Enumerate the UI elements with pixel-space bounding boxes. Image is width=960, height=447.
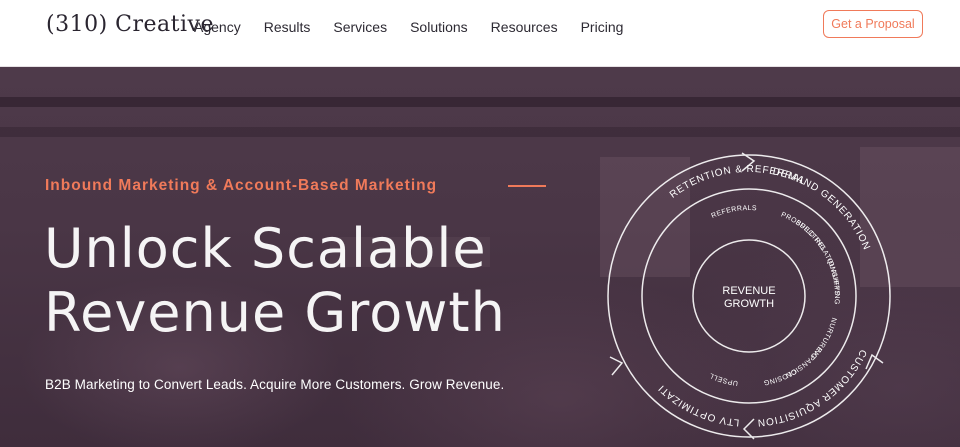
- hero-subheadline: B2B Marketing to Convert Leads. Acquire …: [45, 377, 505, 392]
- stage-expansion: EXPANSION: [784, 345, 823, 378]
- main-nav: Agency Results Services Solutions Resour…: [194, 18, 646, 36]
- site-logo[interactable]: (310) Creative: [46, 12, 214, 37]
- headline-line-1: Unlock Scalable: [44, 217, 487, 280]
- segment-retention-referral: RETENTION & REFERRAL: [666, 151, 808, 234]
- revenue-growth-wheel: DEMAND GENERATION CUSTOMER AQUISITION LT…: [604, 151, 891, 441]
- nav-services[interactable]: Services: [333, 18, 387, 36]
- wheel-center-line-1: REVENUE: [722, 285, 775, 297]
- ceiling-beam: [0, 127, 960, 137]
- nav-resources[interactable]: Resources: [491, 18, 558, 36]
- nav-pricing[interactable]: Pricing: [581, 18, 624, 36]
- site-header: (310) Creative Agency Results Services S…: [0, 0, 960, 67]
- segment-divider: [865, 353, 884, 370]
- nav-agency[interactable]: Agency: [194, 18, 241, 36]
- hero-section: Inbound Marketing & Account-Based Market…: [0, 67, 960, 447]
- hero-eyebrow: Inbound Marketing & Account-Based Market…: [45, 177, 438, 194]
- headline-line-2: Revenue Growth: [44, 281, 506, 344]
- segment-divider: [742, 418, 755, 440]
- nav-solutions[interactable]: Solutions: [410, 18, 468, 36]
- nav-results[interactable]: Results: [264, 18, 311, 36]
- stage-upsell: UPSELL: [708, 371, 738, 386]
- hero-headline: Unlock Scalable Revenue Growth: [44, 217, 506, 345]
- segment-divider: [609, 356, 624, 376]
- stage-referrals: REFERRALS: [710, 205, 757, 220]
- get-proposal-button[interactable]: Get a Proposal: [823, 10, 923, 38]
- wheel-center-line-2: GROWTH: [724, 298, 774, 310]
- ceiling-beam: [0, 97, 960, 107]
- eyebrow-divider: [508, 185, 546, 187]
